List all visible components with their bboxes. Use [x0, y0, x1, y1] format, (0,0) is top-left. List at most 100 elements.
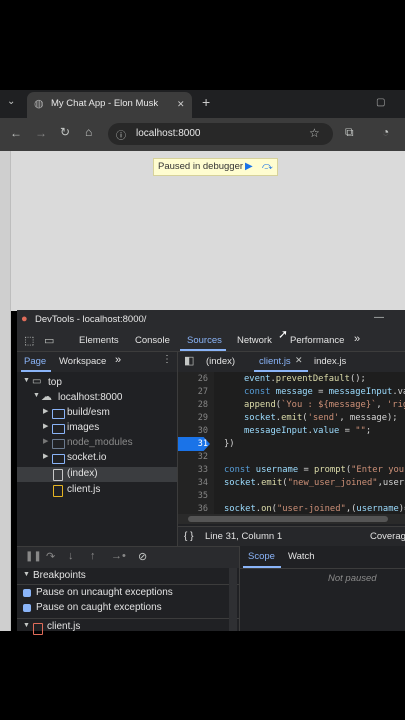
- editor-status-bar: { } Line 31, Column 1 Coverag: [178, 526, 405, 547]
- editor-tab-index[interactable]: (index): [206, 355, 235, 369]
- caught-exceptions-checkbox[interactable]: [23, 604, 31, 612]
- collapsed-arrow-icon[interactable]: ▶: [43, 407, 48, 415]
- pause-icon[interactable]: ❚❚: [25, 551, 42, 562]
- step-over-icon[interactable]: ⤼: [262, 159, 273, 175]
- resume-icon[interactable]: ▶︎: [245, 159, 253, 175]
- tab-title: My Chat App - Elon Musk: [51, 98, 159, 109]
- nav-more-button[interactable]: »: [115, 353, 121, 367]
- breakpoints-header[interactable]: Breakpoints: [33, 569, 86, 583]
- bookmark-star-icon[interactable]: ☆: [309, 126, 320, 140]
- uncaught-exceptions-checkbox[interactable]: [23, 589, 31, 597]
- file-navigator: ▼ ▭ top ▼ ☁ localhost:8000 ▶ build/esm ▶…: [17, 372, 177, 542]
- tab-search-icon[interactable]: ⌄: [7, 96, 15, 107]
- folder-icon: [52, 424, 65, 434]
- step-into-icon[interactable]: ↓: [68, 550, 74, 562]
- inspect-element-icon[interactable]: ⬚: [24, 334, 34, 347]
- editor-tab-index-js[interactable]: index.js: [314, 355, 346, 369]
- tree-item-top[interactable]: ▼ ▭ top: [17, 376, 177, 391]
- nav-tab-workspace[interactable]: Workspace: [59, 355, 106, 369]
- home-icon[interactable]: ⌂: [85, 125, 92, 139]
- back-icon[interactable]: ←: [10, 126, 22, 140]
- line-number[interactable]: 33: [180, 463, 208, 477]
- code-line: }): [224, 439, 235, 449]
- address-text: localhost:8000: [136, 128, 201, 139]
- site-info-icon[interactable]: ⓘ: [116, 127, 126, 142]
- editor-tab-client-js[interactable]: client.js: [259, 355, 291, 369]
- line-number[interactable]: 35: [180, 489, 208, 503]
- folder-icon: [52, 439, 65, 449]
- tree-item-images[interactable]: ▶ images: [17, 421, 177, 436]
- code-line: event.preventDefault();: [244, 374, 366, 384]
- cloud-icon: ☁: [41, 391, 52, 403]
- tab-close-icon[interactable]: ✕: [177, 97, 185, 111]
- tab-watch[interactable]: Watch: [288, 550, 315, 564]
- step-out-icon[interactable]: ↑: [90, 550, 96, 562]
- line-number[interactable]: 34: [180, 476, 208, 490]
- extensions-icon[interactable]: ⧉: [345, 125, 354, 140]
- tab-network[interactable]: Network: [237, 334, 272, 348]
- tab-elements[interactable]: Elements: [79, 334, 119, 348]
- tab-scope[interactable]: Scope: [248, 550, 275, 564]
- tree-label: build/esm: [67, 407, 110, 418]
- profile-icon[interactable]: ◔: [382, 125, 389, 139]
- line-number[interactable]: 30: [180, 424, 208, 438]
- expand-arrow-icon[interactable]: ▼: [33, 392, 40, 399]
- collapsed-arrow-icon[interactable]: ▶: [43, 452, 48, 460]
- scrollbar-thumb[interactable]: [188, 516, 388, 522]
- expand-arrow-icon[interactable]: ▼: [23, 377, 30, 384]
- code-line: const message = messageInput.va: [244, 387, 405, 397]
- new-tab-button[interactable]: +: [202, 95, 210, 109]
- tree-item-node-modules[interactable]: ▶ node_modules: [17, 436, 177, 451]
- browser-tab[interactable]: ◍ My Chat App - Elon Musk ✕: [27, 92, 192, 118]
- address-bar[interactable]: ⓘ localhost:8000 ☆: [108, 123, 333, 145]
- reload-icon[interactable]: ↻: [60, 125, 70, 139]
- line-number[interactable]: 28: [180, 398, 208, 412]
- tree-item-socket-io[interactable]: ▶ socket.io: [17, 451, 177, 466]
- device-toolbar-icon[interactable]: ▭: [44, 334, 54, 347]
- tree-item-build-esm[interactable]: ▶ build/esm: [17, 406, 177, 421]
- active-tab-indicator: [180, 349, 226, 351]
- nav-menu-icon[interactable]: ⋮: [162, 354, 172, 365]
- editor-tab-close-icon[interactable]: ✕: [295, 355, 303, 366]
- expand-arrow-icon[interactable]: ▼: [23, 571, 30, 578]
- deactivate-breakpoints-icon[interactable]: ⊘: [138, 550, 147, 563]
- page-left-edge: [0, 151, 11, 631]
- forward-icon[interactable]: →: [35, 126, 47, 140]
- line-number[interactable]: 27: [180, 385, 208, 399]
- globe-icon: ◍: [34, 98, 44, 110]
- pretty-print-icon[interactable]: { }: [184, 530, 193, 544]
- line-number[interactable]: 29: [180, 411, 208, 425]
- tab-sources[interactable]: Sources: [187, 334, 222, 348]
- step-over-icon[interactable]: ↷: [46, 550, 55, 563]
- line-number[interactable]: 26: [180, 372, 208, 386]
- coverage-label[interactable]: Coverag: [370, 530, 405, 544]
- divider: [17, 584, 239, 585]
- code-line: messageInput.value = "";: [244, 426, 372, 436]
- navigator-tabs: Page Workspace » ⋮: [17, 352, 177, 373]
- tree-item-client-js[interactable]: client.js: [17, 483, 177, 498]
- paused-text: Paused in debugger: [158, 161, 244, 172]
- toggle-navigator-icon[interactable]: ◧: [184, 354, 194, 367]
- collapsed-arrow-icon[interactable]: ▶: [43, 437, 48, 445]
- more-tabs-button[interactable]: »: [354, 332, 360, 346]
- js-file-icon: [33, 623, 43, 635]
- collapsed-arrow-icon[interactable]: ▶: [43, 422, 48, 430]
- tab-console[interactable]: Console: [135, 334, 170, 348]
- restore-window-icon[interactable]: ▢: [376, 97, 385, 108]
- line-number[interactable]: 32: [180, 450, 208, 464]
- tab-performance[interactable]: Performance: [290, 334, 344, 348]
- nav-tab-page[interactable]: Page: [24, 355, 46, 369]
- breakpoint-file[interactable]: client.js: [47, 620, 80, 634]
- tree-item-index[interactable]: (index): [17, 467, 177, 482]
- tree-label: client.js: [67, 484, 101, 495]
- option-label: Pause on caught exceptions: [36, 602, 162, 613]
- debugger-toolbar: ❚❚ ↷ ↓ ↑ →• ⊘: [17, 546, 239, 570]
- minimize-icon[interactable]: —: [374, 312, 384, 323]
- expand-arrow-icon[interactable]: ▼: [23, 622, 30, 629]
- tree-item-localhost[interactable]: ▼ ☁ localhost:8000: [17, 391, 177, 406]
- pane-scrollbar[interactable]: [229, 568, 237, 631]
- devtools-panel-tabs: ⬚ ▭ Elements Console Sources Network Per…: [17, 331, 405, 352]
- current-line-number[interactable]: 31: [180, 437, 208, 451]
- folder-icon: [52, 454, 65, 464]
- step-icon[interactable]: →•: [111, 550, 126, 562]
